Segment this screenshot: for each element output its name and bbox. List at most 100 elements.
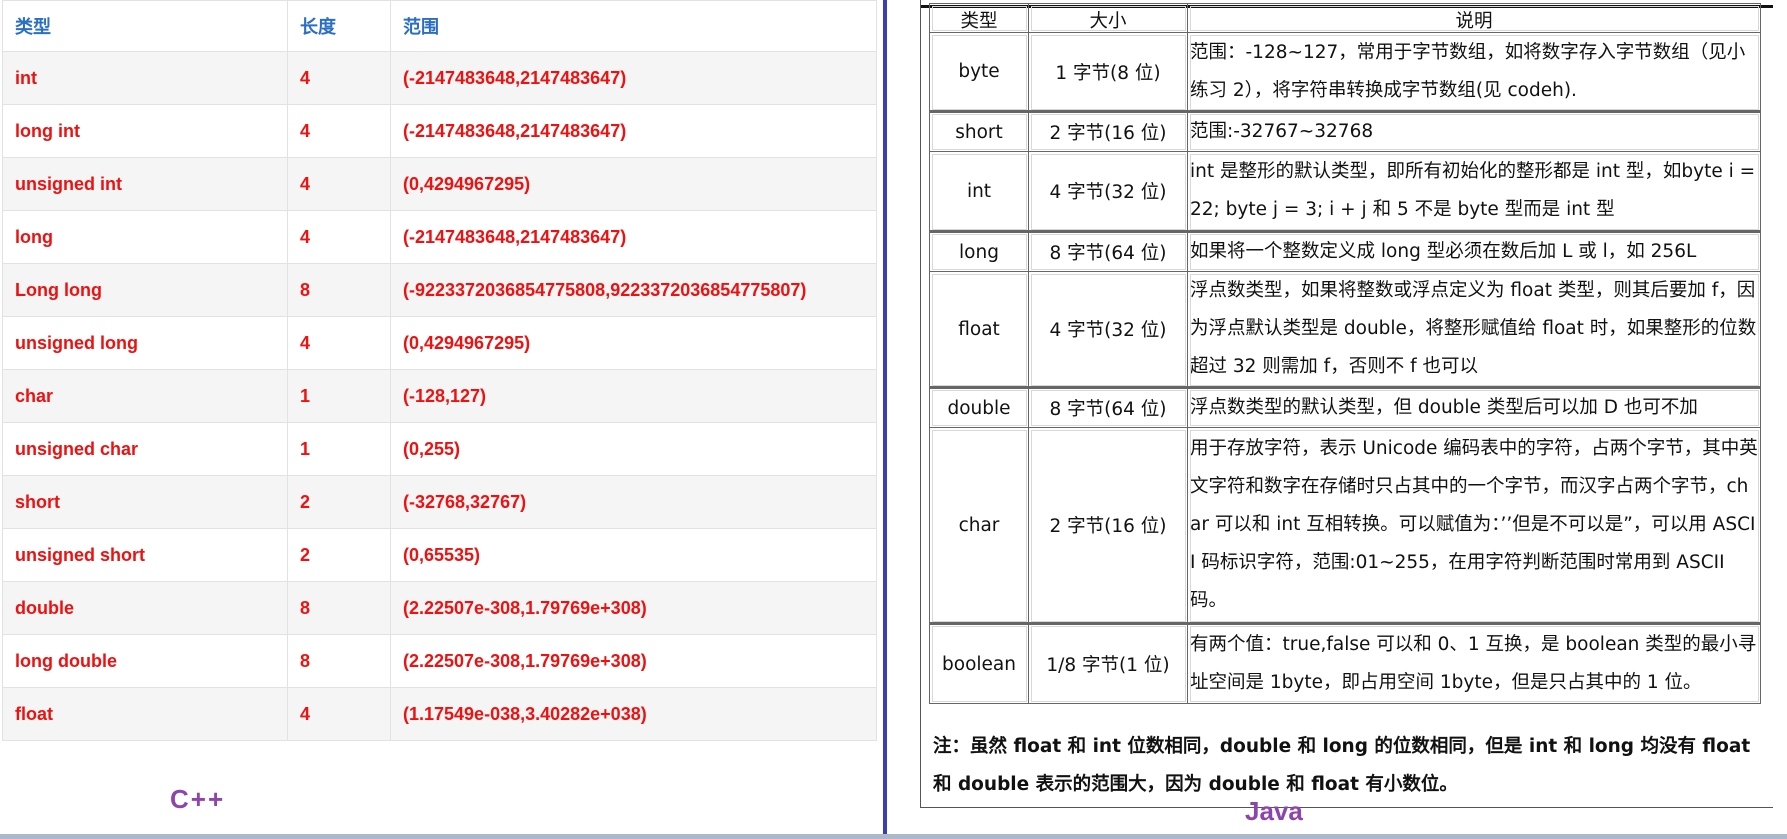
table-row: boolean 1/8 字节(1 位) 有两个值：true,false 可以和 …	[929, 622, 1761, 704]
cell-description: int 是整形的默认类型，即所有初始化的整形都是 int 型，如byte i =…	[1187, 151, 1761, 232]
cell-type: short	[929, 110, 1029, 152]
cell-type: int	[2, 51, 288, 105]
cell-description: 范围：-128~127，常用于字节数组，如将数字存入字节数组（见小练习 2），将…	[1187, 32, 1761, 112]
cell-range: (-2147483648,2147483647)	[390, 104, 877, 158]
cell-size: 8 字节(64 位)	[1028, 386, 1188, 428]
cell-type: float	[929, 271, 1029, 388]
cell-range: (2.22507e-308,1.79769e+308)	[390, 581, 877, 635]
cell-length: 1	[287, 422, 391, 476]
cell-length: 2	[287, 528, 391, 582]
cell-length: 4	[287, 316, 391, 370]
cell-type: Long long	[2, 263, 288, 317]
cell-length: 8	[287, 581, 391, 635]
cell-type: char	[2, 369, 288, 423]
cell-type: long	[929, 230, 1029, 272]
cell-type: double	[929, 386, 1029, 428]
cell-range: (-2147483648,2147483647)	[390, 210, 877, 264]
cell-type: int	[929, 151, 1029, 232]
table-row: Long long 8 (-9223372036854775808,922337…	[2, 263, 877, 317]
cell-range: (-9223372036854775808,922337203685477580…	[390, 263, 877, 317]
header-description: 说明	[1187, 3, 1761, 33]
table-row: unsigned char 1 (0,255)	[2, 422, 877, 476]
cell-type: unsigned int	[2, 157, 288, 211]
cell-length: 4	[287, 210, 391, 264]
table-row: int 4 (-2147483648,2147483647)	[2, 51, 877, 105]
header-range: 范围	[390, 0, 877, 52]
cell-length: 4	[287, 157, 391, 211]
table-row: float 4 字节(32 位) 浮点数类型，如果将整数或浮点定义为 float…	[929, 271, 1761, 388]
cell-size: 1/8 字节(1 位)	[1028, 622, 1188, 704]
cell-range: (-2147483648,2147483647)	[390, 51, 877, 105]
table-row: double 8 (2.22507e-308,1.79769e+308)	[2, 581, 877, 635]
cpp-type-table: 类型 长度 范围 int 4 (-2147483648,2147483647) …	[2, 0, 877, 741]
table-row: unsigned short 2 (0,65535)	[2, 528, 877, 582]
cell-range: (0,4294967295)	[390, 316, 877, 370]
cell-length: 1	[287, 369, 391, 423]
java-type-table: 类型 大小 说明 byte 1 字节(8 位) 范围：-128~127，常用于字…	[929, 3, 1761, 704]
table-row: unsigned long 4 (0,4294967295)	[2, 316, 877, 370]
cpp-type-panel: 类型 长度 范围 int 4 (-2147483648,2147483647) …	[0, 0, 880, 839]
table-row: unsigned int 4 (0,4294967295)	[2, 157, 877, 211]
cell-range: (1.17549e-038,3.40282e+038)	[390, 687, 877, 741]
panel-divider-edge	[887, 0, 897, 839]
cell-type: boolean	[929, 622, 1029, 704]
cell-range: (-128,127)	[390, 369, 877, 423]
cell-description: 用于存放字符，表示 Unicode 编码表中的字符，占两个字节，其中英文字符和数…	[1187, 427, 1761, 624]
cell-type: float	[2, 687, 288, 741]
cell-description: 范围:-32767~32768	[1187, 110, 1761, 152]
cell-size: 8 字节(64 位)	[1028, 230, 1188, 272]
cell-length: 8	[287, 263, 391, 317]
cell-type: byte	[929, 32, 1029, 112]
table-row: long int 4 (-2147483648,2147483647)	[2, 104, 877, 158]
table-row: byte 1 字节(8 位) 范围：-128~127，常用于字节数组，如将数字存…	[929, 32, 1761, 112]
bottom-edge-strip	[0, 834, 1787, 839]
table-row: long 8 字节(64 位) 如果将一个整数定义成 long 型必须在数后加 …	[929, 230, 1761, 272]
table-row: int 4 字节(32 位) int 是整形的默认类型，即所有初始化的整形都是 …	[929, 151, 1761, 232]
cell-description: 浮点数类型，如果将整数或浮点定义为 float 类型，则其后要加 f，因为浮点默…	[1187, 271, 1761, 388]
table-row: short 2 (-32768,32767)	[2, 475, 877, 529]
cpp-caption: C++	[170, 784, 226, 814]
table-header-row: 类型 大小 说明	[929, 3, 1761, 33]
cell-size: 2 字节(16 位)	[1028, 427, 1188, 624]
table-row: float 4 (1.17549e-038,3.40282e+038)	[2, 687, 877, 741]
table-row: long double 8 (2.22507e-308,1.79769e+308…	[2, 634, 877, 688]
cell-size: 1 字节(8 位)	[1028, 32, 1188, 112]
cell-description: 浮点数类型的默认类型，但 double 类型后可以加 D 也可不加	[1187, 386, 1761, 428]
cell-type: long double	[2, 634, 288, 688]
cell-length: 4	[287, 104, 391, 158]
cell-range: (0,255)	[390, 422, 877, 476]
cell-range: (-32768,32767)	[390, 475, 877, 529]
table-row: char 2 字节(16 位) 用于存放字符，表示 Unicode 编码表中的字…	[929, 427, 1761, 624]
java-caption: Java	[1245, 796, 1303, 826]
java-footnote: 注：虽然 float 和 int 位数相同，double 和 long 的位数相…	[933, 736, 1751, 795]
cell-length: 4	[287, 687, 391, 741]
table-header-row: 类型 长度 范围	[2, 0, 877, 52]
cell-range: (2.22507e-308,1.79769e+308)	[390, 634, 877, 688]
cell-length: 2	[287, 475, 391, 529]
cell-length: 8	[287, 634, 391, 688]
cell-description: 有两个值：true,false 可以和 0、1 互换，是 boolean 类型的…	[1187, 622, 1761, 704]
java-type-panel: 类型 大小 说明 byte 1 字节(8 位) 范围：-128~127，常用于字…	[920, 0, 1773, 808]
cell-length: 4	[287, 51, 391, 105]
cell-range: (0,4294967295)	[390, 157, 877, 211]
header-size: 大小	[1028, 3, 1188, 33]
table-row: char 1 (-128,127)	[2, 369, 877, 423]
cell-type: unsigned long	[2, 316, 288, 370]
table-row: short 2 字节(16 位) 范围:-32767~32768	[929, 110, 1761, 152]
cell-type: char	[929, 427, 1029, 624]
cell-type: long	[2, 210, 288, 264]
cell-type: unsigned char	[2, 422, 288, 476]
cell-type: short	[2, 475, 288, 529]
header-type: 类型	[2, 0, 288, 52]
cell-description: 如果将一个整数定义成 long 型必须在数后加 L 或 l，如 256L	[1187, 230, 1761, 272]
cell-size: 4 字节(32 位)	[1028, 151, 1188, 232]
header-length: 长度	[287, 0, 391, 52]
cell-type: double	[2, 581, 288, 635]
cell-type: unsigned short	[2, 528, 288, 582]
cell-size: 4 字节(32 位)	[1028, 271, 1188, 388]
table-row: long 4 (-2147483648,2147483647)	[2, 210, 877, 264]
header-type: 类型	[929, 3, 1029, 33]
cell-range: (0,65535)	[390, 528, 877, 582]
cell-type: long int	[2, 104, 288, 158]
cell-size: 2 字节(16 位)	[1028, 110, 1188, 152]
